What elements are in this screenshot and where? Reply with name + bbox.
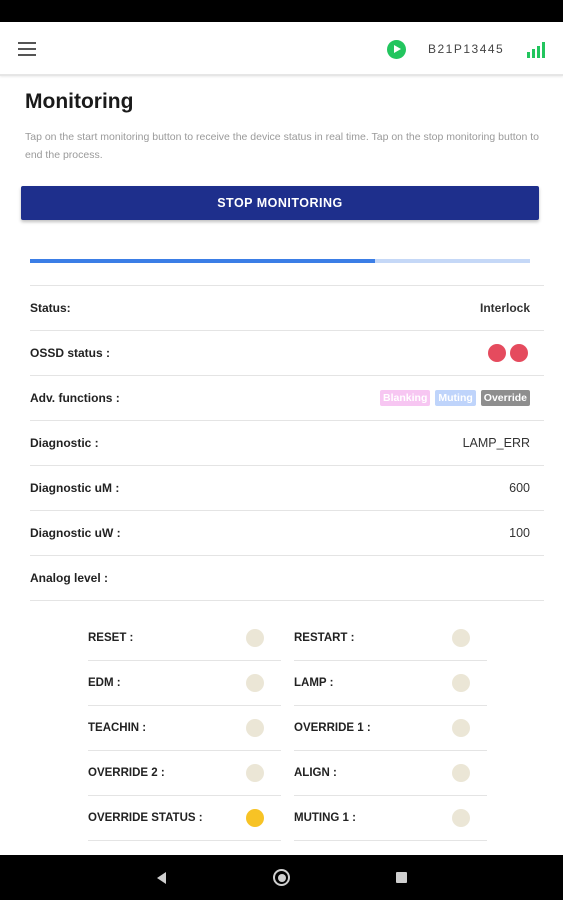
status-label: Status: bbox=[30, 301, 71, 315]
edm-indicator-dot bbox=[246, 674, 264, 692]
analog-level-label: Analog level : bbox=[30, 571, 109, 585]
home-circle-icon[interactable] bbox=[273, 869, 290, 886]
restart-io: RESTART : bbox=[294, 616, 487, 661]
align-io: ALIGN : bbox=[294, 751, 487, 796]
teachin-label: TEACHIN : bbox=[88, 722, 147, 734]
io-row: RESET : RESTART : bbox=[88, 616, 488, 661]
ossd-status-row: OSSD status : bbox=[30, 331, 544, 376]
reset-indicator-dot bbox=[246, 629, 264, 647]
muting-badge: Muting bbox=[435, 390, 476, 406]
diagnostic-row: Diagnostic : LAMP_ERR bbox=[30, 421, 544, 466]
ossd-1-indicator-dot bbox=[488, 344, 506, 362]
diagnostic-um-label: Diagnostic uM : bbox=[30, 481, 120, 495]
lamp-io: LAMP : bbox=[294, 661, 487, 706]
diagnostic-uw-row: Diagnostic uW : 100 bbox=[30, 511, 544, 556]
io-row: OVERRIDE STATUS : MUTING 1 : bbox=[88, 796, 488, 841]
edm-label: EDM : bbox=[88, 677, 121, 689]
override-2-label: OVERRIDE 2 : bbox=[88, 767, 165, 779]
lamp-label: LAMP : bbox=[294, 677, 334, 689]
diagnostic-value: LAMP_ERR bbox=[462, 436, 530, 450]
system-navigation-bar bbox=[0, 855, 563, 900]
io-row: OVERRIDE 2 : ALIGN : bbox=[88, 751, 488, 796]
adv-functions-label: Adv. functions : bbox=[30, 391, 120, 405]
align-label: ALIGN : bbox=[294, 767, 337, 779]
teachin-indicator-dot bbox=[246, 719, 264, 737]
muting-1-io: MUTING 1 : bbox=[294, 796, 487, 841]
diagnostic-label: Diagnostic : bbox=[30, 436, 99, 450]
recents-square-icon[interactable] bbox=[396, 872, 407, 883]
override-1-indicator-dot bbox=[452, 719, 470, 737]
restart-label: RESTART : bbox=[294, 632, 355, 644]
edm-io: EDM : bbox=[88, 661, 281, 706]
diagnostic-uw-value: 100 bbox=[509, 526, 530, 540]
lamp-indicator-dot bbox=[452, 674, 470, 692]
align-indicator-dot bbox=[452, 764, 470, 782]
diagnostic-um-value: 600 bbox=[509, 481, 530, 495]
monitoring-progress-bar bbox=[30, 259, 530, 263]
play-icon[interactable] bbox=[387, 40, 406, 59]
stop-monitoring-button[interactable]: STOP MONITORING bbox=[21, 186, 539, 220]
reset-label: RESET : bbox=[88, 632, 134, 644]
page-description: Tap on the start monitoring button to re… bbox=[25, 131, 540, 161]
override-2-io: OVERRIDE 2 : bbox=[88, 751, 281, 796]
page-title: Monitoring bbox=[25, 90, 134, 113]
device-id: B21P13445 bbox=[428, 42, 505, 56]
override-2-indicator-dot bbox=[246, 764, 264, 782]
device-info-table: Status: Interlock OSSD status : Adv. fun… bbox=[30, 285, 544, 601]
restart-indicator-dot bbox=[452, 629, 470, 647]
muting-1-label: MUTING 1 : bbox=[294, 812, 356, 824]
muting-1-indicator-dot bbox=[452, 809, 470, 827]
override-status-label: OVERRIDE STATUS : bbox=[88, 812, 203, 824]
progress-fill bbox=[30, 259, 375, 263]
ossd-indicators bbox=[488, 344, 528, 362]
diagnostic-uw-label: Diagnostic uW : bbox=[30, 526, 121, 540]
io-status-grid: RESET : RESTART : EDM : LAMP : TEACHIN :… bbox=[88, 616, 488, 841]
io-row: TEACHIN : OVERRIDE 1 : bbox=[88, 706, 488, 751]
back-triangle-icon[interactable] bbox=[157, 872, 166, 884]
reset-io: RESET : bbox=[88, 616, 281, 661]
hamburger-menu-icon[interactable] bbox=[18, 42, 36, 56]
analog-level-row: Analog level : bbox=[30, 556, 544, 601]
status-value: Interlock bbox=[479, 301, 530, 315]
override-1-io: OVERRIDE 1 : bbox=[294, 706, 487, 751]
io-row: EDM : LAMP : bbox=[88, 661, 488, 706]
override-1-label: OVERRIDE 1 : bbox=[294, 722, 371, 734]
app-bar: B21P13445 bbox=[0, 22, 563, 76]
diagnostic-um-row: Diagnostic uM : 600 bbox=[30, 466, 544, 511]
status-row: Status: Interlock bbox=[30, 286, 544, 331]
override-status-io: OVERRIDE STATUS : bbox=[88, 796, 281, 841]
blanking-badge: Blanking bbox=[380, 390, 431, 406]
signal-bars-icon bbox=[527, 40, 547, 58]
teachin-io: TEACHIN : bbox=[88, 706, 281, 751]
adv-functions-badges: Blanking Muting Override bbox=[380, 390, 530, 406]
override-status-indicator-dot bbox=[246, 809, 264, 827]
ossd-status-label: OSSD status : bbox=[30, 346, 111, 360]
system-status-bar bbox=[0, 0, 563, 22]
override-badge: Override bbox=[480, 390, 530, 406]
adv-functions-row: Adv. functions : Blanking Muting Overrid… bbox=[30, 376, 544, 421]
ossd-2-indicator-dot bbox=[510, 344, 528, 362]
